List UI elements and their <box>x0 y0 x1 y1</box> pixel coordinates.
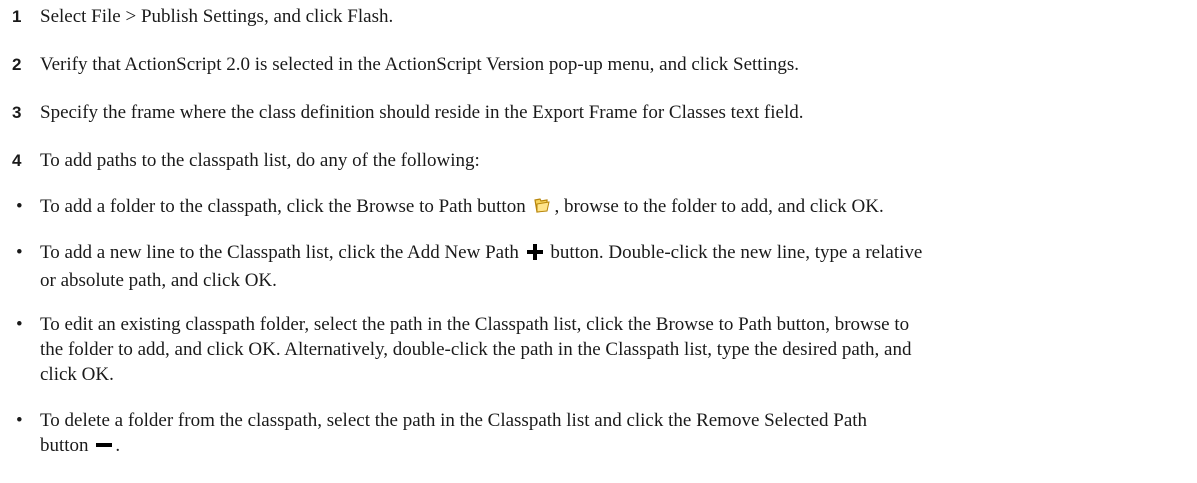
bullet-text-part: To edit an existing classpath folder, se… <box>40 314 910 335</box>
bullet-text-part: To add a folder to the classpath, click … <box>40 196 526 217</box>
bullet-text-part: the folder to add, and click OK. Alterna… <box>40 339 912 360</box>
bullet-text-part: button <box>40 435 89 456</box>
bullet-text: To edit an existing classpath folder, se… <box>40 312 1190 387</box>
bullet-text-part: . <box>115 435 121 456</box>
bullet-marker: • <box>16 242 23 263</box>
bullet-text-part: button. Double-click the new line, type … <box>550 242 923 263</box>
step-text: Select File > Publish Settings, and clic… <box>40 6 394 27</box>
step-number: 2 <box>12 55 22 74</box>
folder-icon <box>532 195 552 222</box>
step-text: To add paths to the classpath list, do a… <box>40 150 480 171</box>
bullet-text-part: , browse to the folder to add, and click… <box>554 196 884 217</box>
bullet-text-part: click OK. <box>40 364 114 385</box>
bullet-text-part: To delete a folder from the classpath, s… <box>40 410 868 431</box>
bullet-marker: • <box>16 410 23 431</box>
step-number: 3 <box>12 103 22 122</box>
bullet-text-part: or absolute path, and click OK. <box>40 270 277 291</box>
bullet-text-part: To add a new line to the Classpath list,… <box>40 242 519 263</box>
plus-icon <box>526 243 544 268</box>
bullet-text: To add a folder to the classpath, click … <box>40 194 1190 222</box>
minus-icon <box>95 436 113 461</box>
bullet-marker: • <box>16 314 23 335</box>
document-page: 1 Select File > Publish Settings, and cl… <box>0 0 1197 483</box>
bullet-marker: • <box>16 196 23 217</box>
bullet-text: To add a new line to the Classpath list,… <box>40 240 1190 293</box>
step-text: Verify that ActionScript 2.0 is selected… <box>40 54 799 75</box>
step-text: Specify the frame where the class defini… <box>40 102 804 123</box>
step-number: 4 <box>12 151 22 170</box>
bullet-text: To delete a folder from the classpath, s… <box>40 408 1190 461</box>
step-number: 1 <box>12 7 22 26</box>
